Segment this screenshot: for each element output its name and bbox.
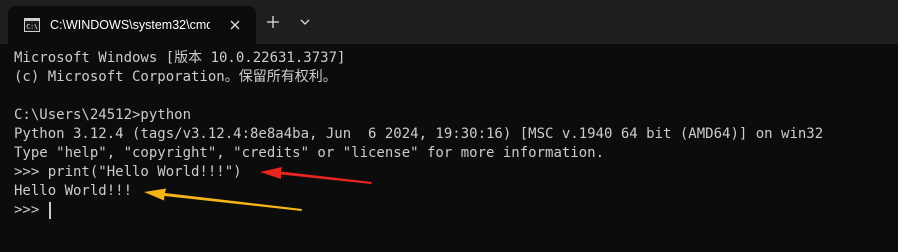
tab-bar: C:\ C:\WINDOWS\system32\cmd. [0,0,898,44]
chevron-down-icon[interactable] [298,16,312,28]
svg-text:C:\: C:\ [26,23,38,31]
tab-title: C:\WINDOWS\system32\cmd. [50,18,210,32]
tab-cmd[interactable]: C:\ C:\WINDOWS\system32\cmd. [8,6,256,44]
output-line: Microsoft Windows [版本 10.0.22631.3737] [14,50,346,66]
output-line: >>> print("Hello World!!!") [14,164,242,180]
close-icon[interactable] [228,18,242,32]
output-line: (c) Microsoft Corporation。保留所有权利。 [14,69,337,85]
text-cursor [49,202,51,219]
output-line: Python 3.12.4 (tags/v3.12.4:8e8a4ba, Jun… [14,126,824,142]
plus-icon[interactable] [265,14,281,30]
output-line: C:\Users\24512>python [14,107,192,123]
terminal-output[interactable]: Microsoft Windows [版本 10.0.22631.3737] (… [0,44,898,252]
output-line: Hello World!!! [14,183,133,199]
prompt-line: >>> [14,202,48,218]
output-line: Type "help", "copyright", "credits" or "… [14,145,605,161]
terminal-window: C:\ C:\WINDOWS\system32\cmd. Microsoft W… [0,0,898,252]
command-prompt-icon: C:\ [24,18,40,32]
